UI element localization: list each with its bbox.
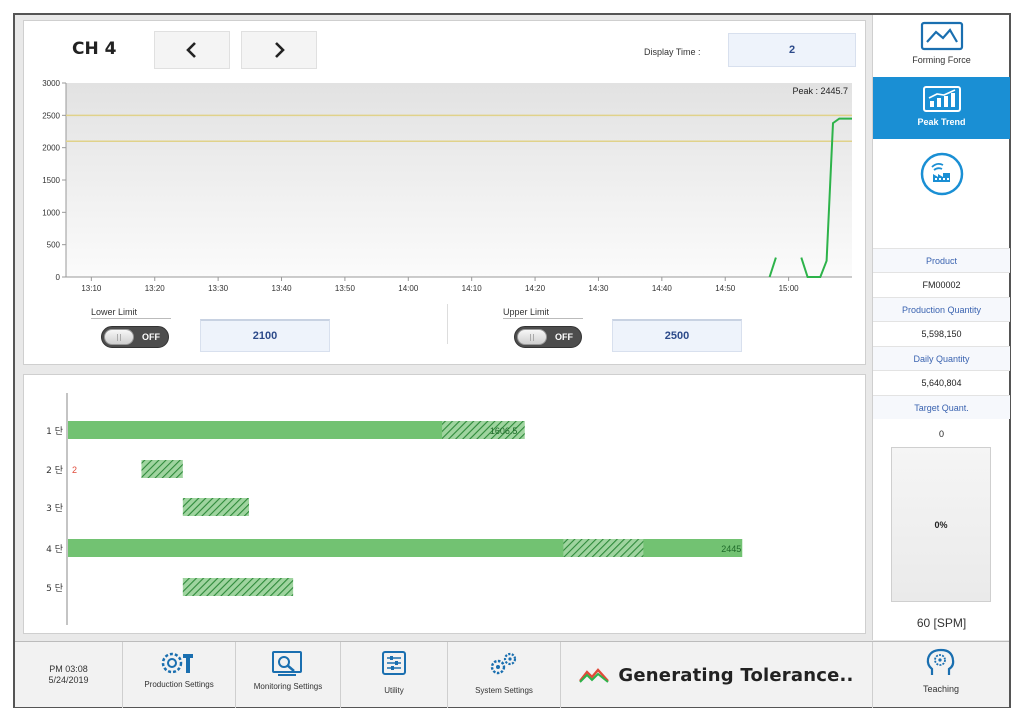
x-tick-label: 13:10	[81, 284, 102, 293]
peak-trend-icon	[922, 86, 961, 112]
tolerance-band	[182, 578, 294, 596]
x-tick-label: 13:40	[272, 284, 293, 293]
upper-limit-label: Upper Limit	[503, 307, 550, 317]
product-value: FM00002	[873, 272, 1010, 296]
tolerance-wave-icon	[579, 668, 610, 683]
toggle-state-label: OFF	[555, 332, 573, 342]
stage-label: 4 단	[46, 544, 63, 555]
x-tick-label: 14:00	[398, 284, 419, 293]
monitoring-settings-icon	[272, 651, 302, 676]
upper-limit-underline	[503, 318, 583, 319]
production-settings-button[interactable]: Production Settings	[122, 642, 235, 708]
y-tick-label: 2500	[42, 111, 60, 120]
plot-area	[66, 83, 852, 277]
lower-limit-toggle[interactable]: OFF	[101, 326, 169, 348]
y-tick-label: 0	[56, 273, 61, 282]
target-progress-gauge: 0%	[891, 447, 991, 602]
prev-channel-button[interactable]	[154, 31, 230, 69]
target-quantity-value: 0	[938, 429, 944, 439]
y-tick-label: 1500	[42, 176, 60, 185]
forming-force-icon	[920, 21, 963, 51]
y-tick-label: 500	[47, 241, 61, 250]
progress-percent: 0%	[934, 519, 948, 530]
chevron-right-icon	[275, 42, 285, 58]
stage-label: 3 단	[46, 503, 63, 514]
stage-bars-panel: 1 단 1606.5 2 단 2 3 단 4 단 2445 5 단	[23, 374, 866, 634]
x-tick-label: 13:50	[335, 284, 356, 293]
production-settings-label: Production Settings	[144, 680, 214, 689]
lower-limit-label: Lower Limit	[91, 307, 138, 317]
utility-label: Utility	[384, 686, 404, 695]
factory-monitor-button[interactable]	[873, 151, 1010, 207]
utility-sliders-icon	[382, 651, 406, 675]
daily-quantity-label: Daily Quantity	[873, 346, 1010, 370]
forming-force-label: Forming Force	[912, 55, 971, 65]
display-time-label: Display Time :	[644, 47, 701, 57]
system-settings-button[interactable]: System Settings	[447, 642, 560, 708]
x-tick-label: 13:30	[208, 284, 229, 293]
system-gears-icon	[490, 652, 517, 675]
peak-trend-chart: 0 500 1000 1500 2000 2500 3000 13:10 13:20 13:30 1…	[42, 79, 852, 293]
production-quantity-value: 5,598,150	[873, 321, 1010, 345]
production-quantity-label: Production Quantity	[873, 297, 1010, 321]
x-tick-label: 14:40	[652, 284, 673, 293]
production-settings-icon	[161, 652, 193, 674]
x-tick-label: 14:30	[588, 284, 609, 293]
y-tick-label: 1000	[42, 208, 60, 217]
forming-force-button[interactable]: Forming Force	[873, 15, 1010, 75]
bar-value-label: 2445	[721, 544, 741, 554]
monitoring-settings-button[interactable]: Monitoring Settings	[235, 642, 340, 708]
toggle-knob	[517, 329, 547, 345]
utility-button[interactable]: Utility	[340, 642, 447, 708]
peak-trend-button[interactable]: Peak Trend	[873, 77, 1010, 139]
product-label: Product	[873, 248, 1010, 272]
chevron-left-icon	[186, 42, 196, 58]
status-text: Generating Tolerance..	[618, 664, 854, 686]
clock: PM 03:08 5/24/2019	[15, 642, 122, 708]
clock-date: 5/24/2019	[48, 675, 89, 685]
teaching-button[interactable]: Teaching	[872, 642, 1009, 708]
x-tick-label: 14:20	[525, 284, 546, 293]
peak-trend-label: Peak Trend	[917, 117, 966, 127]
peak-annotation: Peak : 2445.7	[792, 86, 848, 96]
next-channel-button[interactable]	[241, 31, 317, 69]
clock-time: PM 03:08	[49, 664, 88, 674]
teaching-head-icon	[926, 648, 955, 675]
spm-readout: 60 [SPM]	[916, 616, 967, 630]
y-tick-label: 3000	[42, 79, 60, 88]
toggle-state-label: OFF	[142, 332, 160, 342]
target-quantity-label: Target Quant.	[873, 395, 1010, 419]
limit-divider	[447, 304, 448, 344]
monitoring-settings-label: Monitoring Settings	[253, 682, 323, 691]
right-sidebar: Forming Force Peak Trend Product FM00002…	[872, 15, 1010, 640]
upper-limit-toggle[interactable]: OFF	[514, 326, 582, 348]
x-tick-label: 13:20	[145, 284, 166, 293]
lower-limit-underline	[91, 318, 171, 319]
peak-trend-panel: CH 4 Display Time : 2 0 500 1000 1500 2000 25…	[23, 20, 866, 365]
toggle-knob	[104, 329, 134, 345]
y-tick-label: 2000	[42, 144, 60, 153]
tolerance-band	[563, 539, 644, 557]
tolerance-band	[182, 498, 250, 516]
lower-limit-input[interactable]: 2100	[200, 319, 330, 352]
status-message-area: Generating Tolerance..	[560, 642, 871, 708]
stage-bar-chart: 1 단 1606.5 2 단 2 3 단 4 단 2445 5 단	[46, 393, 743, 625]
channel-title: CH 4	[72, 39, 117, 59]
daily-quantity-value: 5,640,804	[873, 370, 1010, 394]
upper-limit-input[interactable]: 2500	[612, 319, 742, 352]
system-settings-label: System Settings	[475, 686, 533, 695]
teaching-label: Teaching	[922, 684, 960, 694]
display-time-field[interactable]: 2	[728, 33, 856, 67]
x-tick-label: 15:00	[779, 284, 800, 293]
bottom-toolbar: PM 03:08 5/24/2019 Production Settings M…	[15, 641, 1009, 708]
bar-value-label: 1606.5	[490, 426, 518, 436]
stage-label: 1 단	[46, 426, 63, 437]
factory-wifi-icon	[920, 152, 963, 196]
bar-value-label: 2	[72, 465, 77, 475]
x-tick-label: 14:10	[462, 284, 483, 293]
x-tick-label: 14:50	[715, 284, 736, 293]
tolerance-band	[141, 460, 183, 478]
stage-label: 5 단	[46, 583, 63, 594]
stage-label: 2 단	[46, 465, 63, 476]
